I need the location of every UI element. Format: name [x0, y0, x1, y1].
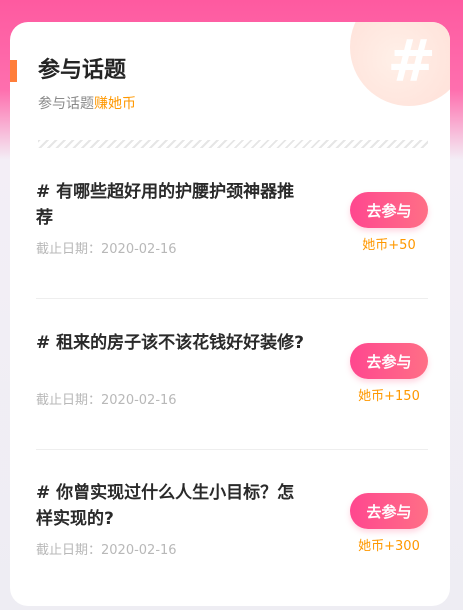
topic-divider — [36, 298, 428, 299]
topic-item: # 你曾实现过什么人生小目标？怎样实现的? 截止日期：2020-02-16 去参… — [36, 480, 428, 600]
topic-deadline: 截止日期：2020-02-16 — [36, 393, 177, 408]
subtitle-prefix: 参与话题 — [38, 96, 94, 112]
page-subtitle: 参与话题赚她币 — [38, 94, 136, 114]
topic-item: # 租来的房子该不该花钱好好装修? 截止日期：2020-02-16 去参与 她币… — [36, 330, 428, 450]
join-button[interactable]: 去参与 — [350, 343, 428, 379]
hashtag-icon: # — [387, 27, 436, 95]
page-title: 参与话题 — [38, 58, 127, 83]
topic-card: # 参与话题 参与话题赚她币 # 有哪些超好用的护腰护颈神器推荐 截止日期：20… — [10, 22, 450, 606]
join-button[interactable]: 去参与 — [350, 192, 428, 228]
topic-title: # 你曾实现过什么人生小目标？怎样实现的? — [36, 483, 295, 529]
title-accent-bar — [10, 60, 17, 82]
topic-deadline: 截止日期：2020-02-16 — [36, 543, 177, 558]
dashed-divider — [38, 140, 428, 148]
topic-deadline: 截止日期：2020-02-16 — [36, 242, 177, 257]
topic-divider — [36, 449, 428, 450]
join-button[interactable]: 去参与 — [350, 493, 428, 529]
reward-label: 她币+50 — [362, 238, 416, 253]
topic-item: # 有哪些超好用的护腰护颈神器推荐 截止日期：2020-02-16 去参与 她币… — [36, 179, 428, 299]
topic-title: # 有哪些超好用的护腰护颈神器推荐 — [36, 182, 295, 228]
topic-title: # 租来的房子该不该花钱好好装修? — [36, 333, 305, 353]
reward-label: 她币+300 — [358, 539, 420, 554]
reward-label: 她币+150 — [358, 389, 420, 404]
subtitle-highlight: 赚她币 — [94, 96, 136, 112]
